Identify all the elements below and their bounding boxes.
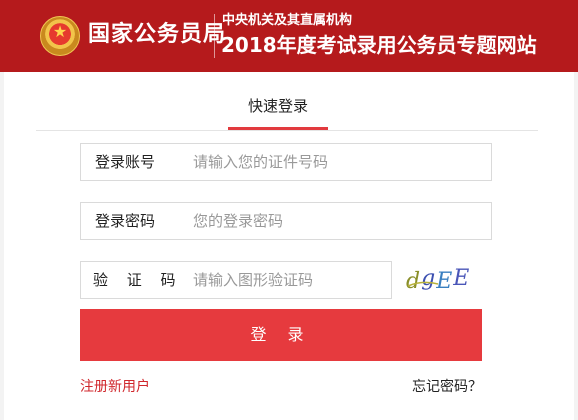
captcha-field: 验 证 码 <box>80 261 392 299</box>
register-link[interactable]: 注册新用户 <box>80 377 150 397</box>
captcha-label: 验 证 码 <box>93 271 183 289</box>
captcha-input[interactable] <box>193 268 383 292</box>
brand-title: 国家公务员局 <box>88 22 227 47</box>
password-label: 登录密码 <box>95 212 156 230</box>
tab-quick-login[interactable]: 快速登录 <box>228 92 328 130</box>
account-field: 登录账号 <box>80 143 492 181</box>
captcha-glyph: d <box>406 269 421 294</box>
header-subtitle-main: 2018年度考试录用公务员专题网站 <box>221 33 537 57</box>
password-input[interactable] <box>193 209 483 233</box>
tab-divider <box>36 130 538 131</box>
account-label: 登录账号 <box>95 153 156 171</box>
password-field: 登录密码 <box>80 202 492 240</box>
header-subtitle-top: 中央机关及其直属机构 <box>222 13 353 28</box>
national-emblem-icon <box>40 16 80 56</box>
captcha-glyph: E <box>435 269 453 294</box>
account-input[interactable] <box>193 150 483 174</box>
header-divider <box>214 14 215 58</box>
site-header: 国家公务员局 中央机关及其直属机构 2018年度考试录用公务员专题网站 <box>0 0 578 72</box>
captcha-image-text: dgEE <box>406 266 470 294</box>
captcha-glyph: g <box>421 266 436 291</box>
captcha-image[interactable]: dgEE <box>402 264 482 296</box>
login-button[interactable]: 登 录 <box>80 309 482 361</box>
captcha-glyph: E <box>452 266 470 291</box>
forgot-password-link[interactable]: 忘记密码？ <box>412 377 482 397</box>
